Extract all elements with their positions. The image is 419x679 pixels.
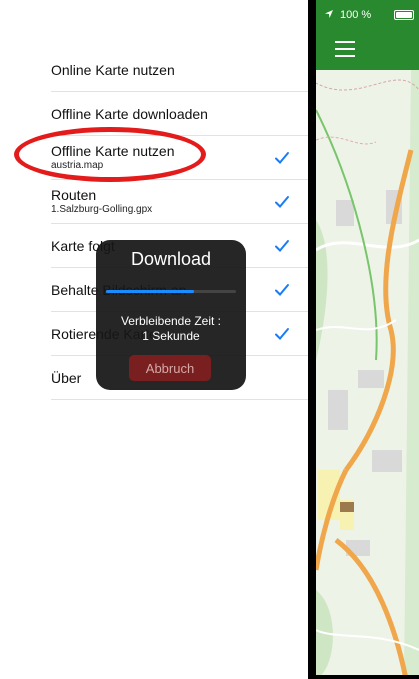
download-progress-bar (106, 290, 236, 293)
menu-item-subtitle: 1.Salzburg-Golling.gpx (51, 204, 153, 215)
map-nav-bar (316, 30, 419, 70)
download-progress-fill (106, 290, 195, 293)
menu-item[interactable]: Online Karte nutzen (51, 48, 308, 92)
panel-divider (308, 0, 316, 679)
menu-item[interactable]: Routen 1.Salzburg-Golling.gpx (51, 180, 308, 224)
map-view[interactable]: 100 % (316, 0, 419, 679)
menu-item-label: Routen (51, 187, 97, 203)
menu-item-label: Offline Karte downloaden (51, 105, 208, 122)
status-bar: 100 % (316, 0, 419, 30)
download-dialog: Download Verbleibende Zeit :1 Sekunde Ab… (96, 240, 246, 390)
checkmark-icon (275, 327, 289, 340)
menu-item-label: Online Karte nutzen (51, 61, 175, 78)
checkmark-icon (275, 283, 289, 296)
red-highlight-circle (14, 127, 206, 182)
download-title: Download (130, 249, 212, 269)
checkmark-icon (275, 239, 289, 252)
cancel-button[interactable]: Abbruch (129, 355, 211, 381)
checkmark-icon (275, 195, 289, 208)
hamburger-icon[interactable] (335, 41, 355, 57)
map-bottom-bar (316, 675, 419, 679)
remaining-time-line: Verbleibende Zeit : (120, 314, 222, 328)
location-arrow-icon (325, 10, 333, 18)
checkmark-icon (275, 151, 289, 164)
remaining-time-line: 1 Sekunde (142, 329, 200, 343)
battery-percentage: 100 % (340, 9, 372, 21)
remaining-time-text: Verbleibende Zeit :1 Sekunde (96, 314, 246, 344)
battery-icon (394, 10, 414, 20)
map-canvas[interactable] (316, 70, 419, 679)
